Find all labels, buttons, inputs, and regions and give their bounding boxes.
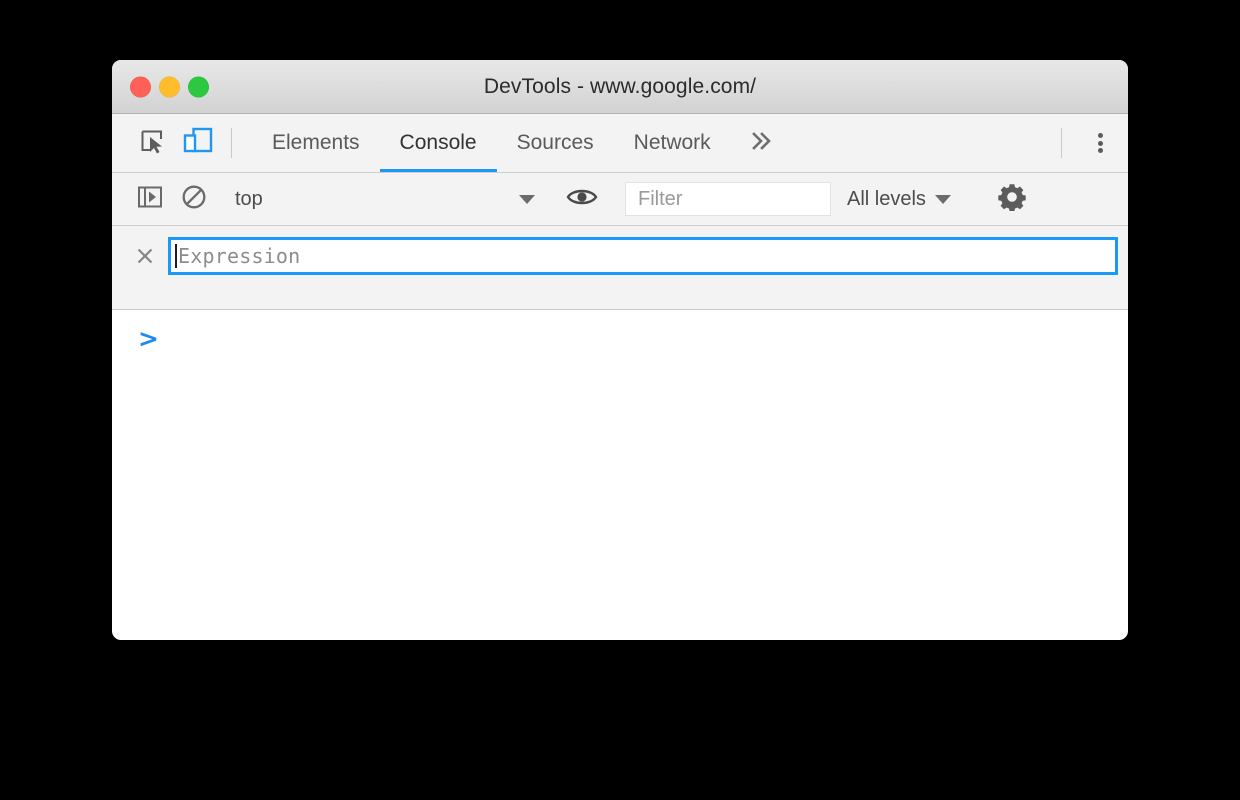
chevron-double-right-icon [749, 130, 775, 157]
zoom-window-button[interactable] [188, 76, 209, 97]
execution-context-selector[interactable]: top [233, 188, 535, 211]
tab-elements-label: Elements [272, 131, 360, 154]
tab-sources[interactable]: Sources [497, 114, 614, 172]
create-live-expression-eye-icon [566, 186, 598, 213]
window-controls [130, 76, 209, 97]
tab-console-label: Console [399, 131, 477, 154]
log-levels-selector[interactable]: All levels [831, 188, 967, 211]
console-prompt-row[interactable]: > [112, 310, 1128, 351]
settings-gear-icon [998, 183, 1026, 216]
tabbar-divider-left [231, 128, 232, 158]
clear-console-icon [181, 184, 207, 215]
devtools-tabbar: Elements Console Sources Network [112, 114, 1128, 173]
tab-elements[interactable]: Elements [252, 114, 380, 172]
close-window-button[interactable] [130, 76, 151, 97]
tabbar-spacer [793, 114, 1051, 172]
live-expression-input[interactable]: Expression [168, 237, 1118, 275]
clear-console-button[interactable] [172, 184, 216, 215]
window-title: DevTools - www.google.com/ [483, 74, 757, 98]
text-cursor [175, 244, 177, 268]
devtools-tabs: Elements Console Sources Network [252, 114, 793, 172]
tab-network[interactable]: Network [614, 114, 731, 172]
console-filter-input[interactable]: Filter [625, 182, 831, 216]
remove-live-expression-button[interactable] [128, 239, 162, 273]
live-expression-placeholder: Expression [178, 244, 301, 268]
console-sidebar-toggle-icon [137, 185, 163, 214]
toggle-device-toolbar-button[interactable] [175, 114, 221, 172]
tab-network-label: Network [633, 131, 711, 154]
toggle-device-toolbar-icon [183, 127, 213, 160]
close-icon [137, 248, 153, 264]
create-live-expression-button[interactable] [560, 186, 604, 213]
tab-sources-label: Sources [516, 131, 594, 154]
minimize-window-button[interactable] [159, 76, 180, 97]
chevron-down-icon [519, 194, 535, 204]
inspect-element-cursor-icon [139, 128, 165, 159]
tabbar-divider-right [1061, 128, 1062, 158]
devtools-window: DevTools - www.google.com/ Elements Cons… [112, 60, 1128, 640]
console-settings-button[interactable] [984, 183, 1040, 216]
console-output-area[interactable]: > [112, 310, 1128, 616]
inspect-element-button[interactable] [129, 114, 175, 172]
customize-devtools-button[interactable] [1072, 114, 1128, 172]
console-toolbar: top Filter All levels [112, 173, 1128, 226]
screen: DevTools - www.google.com/ Elements Cons… [0, 0, 1240, 800]
window-titlebar: DevTools - www.google.com/ [112, 60, 1128, 114]
chevron-down-icon [934, 194, 951, 204]
live-expression-area: Expression [112, 226, 1128, 310]
log-levels-label: All levels [847, 187, 926, 210]
execution-context-label: top [235, 187, 263, 210]
tab-console[interactable]: Console [379, 114, 497, 172]
more-tabs-button[interactable] [731, 114, 793, 172]
console-filter-placeholder: Filter [638, 187, 683, 210]
console-sidebar-toggle-button[interactable] [128, 185, 172, 214]
console-prompt-chevron-icon: > [138, 324, 159, 353]
live-expression-row: Expression [112, 237, 1128, 275]
more-options-kebab-icon [1097, 131, 1103, 156]
